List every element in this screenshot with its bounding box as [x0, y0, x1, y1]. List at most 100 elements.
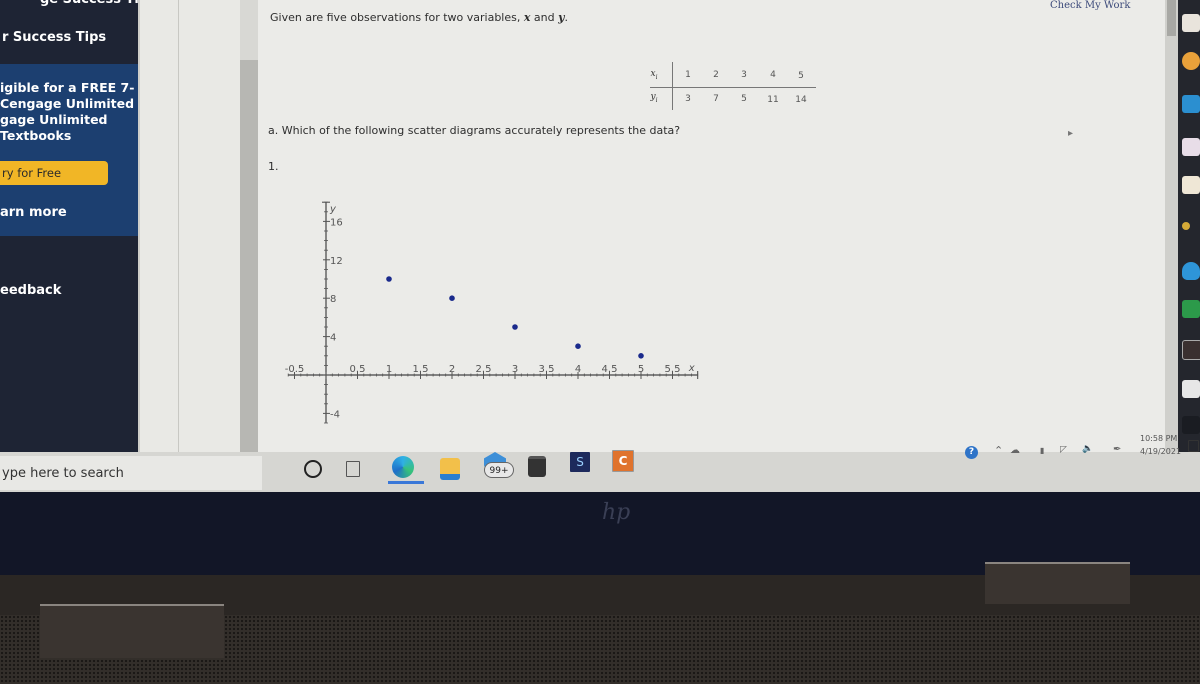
task-view-icon[interactable] [346, 461, 360, 477]
hinge-foot-left [40, 604, 224, 658]
table-divider-vertical [672, 62, 673, 110]
app-icon[interactable] [1182, 176, 1200, 194]
app-s-icon[interactable]: S [570, 452, 590, 472]
cortana-icon[interactable] [304, 460, 322, 478]
onedrive-icon[interactable]: ☁ [1010, 445, 1020, 456]
divider [178, 0, 179, 456]
scatter-chart[interactable]: -0.5 0.5 1 1.5 2 2.5 3 3.5 4 4.5 5 5.5 x 16 12 8 4 -4 y [255, 170, 730, 455]
x-tick-label: 5 [638, 364, 644, 375]
y-value: 5 [741, 94, 747, 104]
x-value: 1 [685, 70, 691, 80]
data-point [512, 324, 518, 330]
x-axis-label: x [688, 363, 695, 374]
data-points [386, 276, 644, 359]
sidebar-success-tips-link[interactable]: r Success Tips [2, 30, 106, 45]
y-tick-label: 12 [330, 256, 343, 267]
x-value: 3 [741, 70, 747, 80]
notifications-icon[interactable] [1188, 440, 1199, 452]
promo-line: Cengage Unlimited [0, 96, 135, 111]
x-tick-label: -0.5 [285, 364, 305, 375]
x-tick-label: 3.5 [539, 364, 555, 375]
app-icon[interactable] [1182, 138, 1200, 156]
tick-labels: -0.5 0.5 1 1.5 2 2.5 3 3.5 4 4.5 5 5.5 x 16 12 8 4 -4 y [285, 204, 695, 420]
edge-browser-icon[interactable] [392, 456, 414, 478]
side-app-dock [1178, 0, 1200, 456]
app-icon[interactable] [1182, 416, 1200, 434]
app-icon[interactable] [1182, 380, 1200, 398]
x-tick-label: 0.5 [350, 364, 366, 375]
learn-more-link[interactable]: arn more [0, 205, 67, 220]
sidebar: ge Success Tips r Success Tips igible fo… [0, 0, 156, 456]
x-header: xi [644, 69, 664, 81]
wifi-icon[interactable]: ◸ [1060, 445, 1067, 455]
promo-line: gage Unlimited [0, 112, 108, 127]
app-icon[interactable] [1182, 262, 1200, 280]
battery-icon[interactable]: ▮ [1040, 446, 1044, 455]
help-icon[interactable]: ? [965, 446, 978, 459]
y-tick-label: 16 [330, 217, 343, 228]
clock-time[interactable]: 10:58 PM [1140, 434, 1177, 443]
hp-logo: hp [602, 500, 631, 525]
x-value: 4 [770, 70, 776, 80]
data-point [575, 343, 581, 349]
screen: ge Success Tips r Success Tips igible fo… [0, 0, 1200, 492]
clock-date[interactable]: 4/19/2021 [1140, 447, 1181, 456]
active-app-indicator [388, 481, 424, 484]
app-icon[interactable] [1182, 52, 1200, 70]
table-divider-horizontal [650, 87, 816, 88]
y-header: yi [644, 92, 664, 104]
show-hidden-icons-chevron-icon[interactable]: ⌃ [994, 444, 1003, 457]
data-point [638, 353, 644, 359]
promo-box: igible for a FREE 7- Cengage Unlimited g… [0, 64, 138, 236]
file-explorer-icon[interactable] [440, 458, 460, 480]
x-tick-label: 1 [386, 364, 392, 375]
mail-unread-badge: 99+ [484, 462, 514, 478]
x-tick-label: 2.5 [476, 364, 492, 375]
x-tick-label: 4.5 [602, 364, 618, 375]
app-icon[interactable] [1182, 14, 1200, 32]
ticks [287, 201, 699, 424]
x-header-sub: i [655, 73, 658, 81]
app-icon[interactable] [1182, 300, 1200, 318]
pen-workspace-icon[interactable]: ✒ [1113, 444, 1121, 455]
x-tick-label: 2 [449, 364, 455, 375]
x-tick-label: 3 [512, 364, 518, 375]
volume-icon[interactable]: 🔈 [1082, 444, 1093, 454]
app-c-icon[interactable]: C [612, 450, 634, 472]
y-value: 7 [713, 94, 719, 104]
y-value: 3 [685, 94, 691, 104]
period: . [564, 11, 569, 24]
app-icon[interactable] [1182, 340, 1200, 360]
question-intro: Given are five observations for two vari… [270, 11, 568, 24]
data-point [449, 295, 455, 301]
x-value: 5 [798, 71, 804, 81]
app-icon[interactable] [1182, 222, 1190, 230]
y-tick-label: 4 [330, 333, 336, 344]
microsoft-store-icon[interactable] [528, 456, 546, 477]
intro-text: Given are five observations for two vari… [270, 11, 524, 24]
x-tick-label: 5.5 [665, 364, 681, 375]
promo-line: igible for a FREE 7- [0, 80, 135, 95]
y-value: 14 [795, 95, 807, 105]
y-axis-label: y [329, 204, 337, 215]
y-tick-label: -4 [330, 409, 340, 420]
x-value: 2 [713, 70, 719, 80]
feedback-link[interactable]: eedback [0, 283, 61, 298]
page-scrollbar[interactable] [1165, 0, 1178, 456]
x-tick-label: 4 [575, 364, 581, 375]
hinge-foot-right [985, 562, 1130, 604]
data-point [386, 276, 392, 282]
page-scrollbar-thumb[interactable] [1167, 0, 1176, 36]
x-tick-label: 1.5 [413, 364, 429, 375]
check-my-work-link[interactable]: Check My Work [1050, 0, 1130, 11]
try-for-free-button[interactable]: ry for Free [0, 161, 108, 185]
and-text: and [530, 11, 559, 24]
mouse-cursor-icon: ▸ [1068, 128, 1074, 139]
y-tick-label: 8 [330, 294, 336, 305]
promo-line: Textbooks [0, 128, 72, 143]
y-value: 11 [767, 95, 779, 105]
part-a-question: a. Which of the following scatter diagra… [268, 124, 681, 137]
axes [288, 201, 699, 423]
search-placeholder[interactable]: ype here to search [2, 466, 124, 481]
app-icon[interactable] [1182, 95, 1200, 113]
